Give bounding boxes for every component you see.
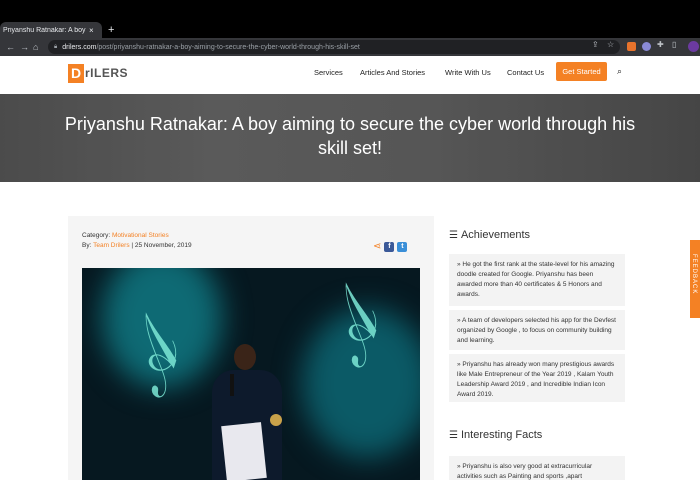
category-link[interactable]: Motivational Stories bbox=[112, 232, 169, 239]
page-title: Priyanshu Ratnakar: A boy aiming to secu… bbox=[64, 114, 636, 158]
author-link[interactable]: Team Drilers bbox=[93, 242, 129, 249]
extensions-puzzle-icon[interactable]: ✚ bbox=[657, 40, 664, 49]
logo-text: rILERS bbox=[85, 66, 129, 80]
site-header: D rILERS Services Articles And Stories W… bbox=[0, 56, 700, 94]
speaker-head bbox=[234, 344, 256, 370]
article-date: | 25 November, 2019 bbox=[131, 242, 192, 249]
nav-articles[interactable]: Articles And Stories bbox=[360, 68, 425, 77]
achievement-item: » A team of developers selected his app … bbox=[449, 310, 625, 350]
facts-heading: ☰ Interesting Facts bbox=[449, 429, 542, 441]
achievement-item: » Priyanshu has already won many prestig… bbox=[449, 354, 625, 402]
hero-banner: Priyanshu Ratnakar: A boy aiming to secu… bbox=[0, 94, 700, 182]
share-row: ⋖ f t bbox=[373, 241, 408, 252]
nav-services[interactable]: Services bbox=[314, 68, 343, 77]
back-icon[interactable]: ← bbox=[6, 40, 15, 54]
browser-toolbar: ← → ⌂ 🔒︎ drilers.com /post/priyanshu-rat… bbox=[0, 38, 700, 56]
profile-avatar[interactable] bbox=[688, 41, 699, 52]
lock-icon: 🔒︎ bbox=[54, 43, 58, 50]
twitter-icon[interactable]: t bbox=[397, 241, 408, 252]
article-card: Category: Motivational Stories By: Team … bbox=[68, 216, 434, 480]
list-icon: ☰ bbox=[449, 229, 458, 241]
feedback-tab[interactable]: FEEDBACK bbox=[690, 240, 700, 318]
certificate-paper bbox=[221, 422, 267, 480]
microphone bbox=[230, 374, 234, 396]
share-icon[interactable]: ⋖ bbox=[373, 241, 381, 252]
facebook-icon[interactable]: f bbox=[384, 241, 395, 252]
site-logo[interactable]: D rILERS bbox=[68, 63, 128, 83]
feedback-label: FEEDBACK bbox=[691, 254, 697, 295]
bookmark-star-icon[interactable]: ☆ bbox=[607, 40, 614, 49]
article-photo: 𝒜 𝒜 bbox=[82, 268, 420, 480]
achievements-heading: ☰ Achievements bbox=[449, 229, 530, 241]
tab-title: Priyanshu Ratnakar: A boy aimi bbox=[3, 26, 87, 34]
achievements-title: Achievements bbox=[460, 229, 531, 241]
nav-contact-us[interactable]: Contact Us bbox=[507, 68, 544, 77]
url-path: /post/priyanshu-ratnakar-a-boy-aiming-to… bbox=[96, 43, 360, 51]
extension-metamask-icon[interactable] bbox=[627, 42, 636, 51]
new-tab-button[interactable]: + bbox=[108, 22, 114, 38]
extension-icon[interactable] bbox=[642, 42, 651, 51]
nav-write-with-us[interactable]: Write With Us bbox=[445, 68, 491, 77]
url-host: drilers.com bbox=[62, 43, 97, 51]
browser-tab[interactable]: Priyanshu Ratnakar: A boy aimi × bbox=[0, 22, 102, 38]
trophy bbox=[270, 414, 282, 426]
category-label: Category: bbox=[82, 232, 111, 239]
forward-icon[interactable]: → bbox=[20, 40, 29, 54]
get-started-button[interactable]: Get Started bbox=[556, 62, 607, 81]
search-icon[interactable]: ⌕ bbox=[617, 66, 622, 77]
facts-title: Interesting Facts bbox=[460, 429, 543, 441]
fact-item: » Priyanshu is also very good at extracu… bbox=[449, 456, 625, 480]
list-icon: ☰ bbox=[449, 429, 458, 441]
address-bar[interactable]: 🔒︎ drilers.com /post/priyanshu-ratnakar-… bbox=[48, 40, 620, 54]
close-icon[interactable]: × bbox=[89, 26, 94, 35]
logo-initial: D bbox=[68, 63, 84, 83]
home-icon[interactable]: ⌂ bbox=[33, 40, 38, 54]
achievement-item: » He got the first rank at the state-lev… bbox=[449, 254, 625, 306]
article-byline: By: Team Drilers | 25 November, 2019 bbox=[82, 242, 192, 249]
side-panel-icon[interactable]: ▯ bbox=[672, 40, 676, 49]
by-label: By: bbox=[82, 242, 92, 249]
browser-tab-strip: Priyanshu Ratnakar: A boy aimi × + bbox=[0, 0, 700, 38]
article-category: Category: Motivational Stories bbox=[82, 232, 169, 239]
share-page-icon[interactable]: ⇪ bbox=[592, 40, 599, 49]
